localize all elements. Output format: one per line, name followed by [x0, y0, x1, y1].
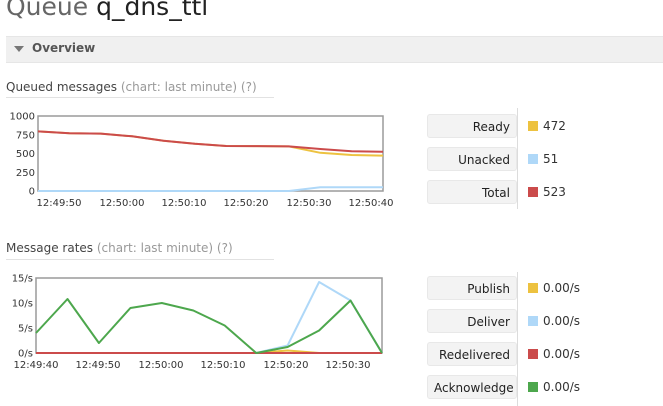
rates-legend-value-acknowledge: 0.00/s — [543, 380, 581, 394]
message-rates-chart: 15/s 10/s 5/s 0/s 12:49:40 12:49:50 12:50:00 12… — [0, 270, 420, 374]
queued-x-tick-label: 12:50:20 — [224, 198, 269, 209]
queued-legend-swatch-ready — [528, 121, 538, 131]
rates-legend-label-deliver[interactable]: Deliver — [427, 309, 517, 333]
rates-help-link[interactable]: (?) — [217, 241, 233, 255]
queued-x-tick-label: 12:50:10 — [162, 198, 207, 209]
queued-y-tick-label: 500 — [16, 149, 35, 160]
queued-y-tick-label: 250 — [16, 168, 35, 179]
queued-x-tick-label: 12:50:40 — [349, 198, 394, 209]
rates-legend-label-publish[interactable]: Publish — [427, 276, 517, 300]
queued-legend-label-ready[interactable]: Ready — [427, 114, 517, 138]
queued-legend-value-total: 523 — [543, 185, 566, 199]
rates-legend-divider — [517, 272, 518, 406]
rates-x-tick-label: 12:50:30 — [326, 360, 371, 371]
queued-legend-divider — [517, 108, 518, 209]
queued-messages-chart: 1000 750 500 250 0 12:49:50 12:50:00 12:50:10 12… — [0, 108, 420, 212]
rates-x-tick-label: 12:50:00 — [139, 360, 184, 371]
rates-legend-value-deliver: 0.00/s — [543, 314, 581, 328]
page-title-prefix: Queue — [6, 0, 89, 21]
rates-x-tick-label: 12:49:40 — [14, 360, 59, 371]
queued-legend-value-unacked: 51 — [543, 152, 559, 166]
queued-help-link[interactable]: (?) — [241, 80, 257, 94]
queued-y-tick-label: 0 — [29, 187, 35, 198]
rates-heading-rule — [6, 259, 274, 260]
rates-x-tick-label: 12:49:50 — [76, 360, 121, 371]
rates-legend-swatch-deliver — [528, 316, 538, 326]
rates-chart-range-link[interactable]: (chart: last minute) — [97, 241, 213, 255]
rates-legend-swatch-redelivered — [528, 349, 538, 359]
rates-legend-swatch-acknowledge — [528, 382, 538, 392]
triangle-down-icon — [14, 46, 24, 52]
rates-y-tick-label: 5/s — [18, 324, 33, 335]
queued-messages-heading: Queued messages (chart: last minute) (?) — [6, 80, 257, 94]
queued-legend-swatch-total — [528, 187, 538, 197]
queued-legend-swatch-unacked — [528, 154, 538, 164]
queued-x-tick-label: 12:50:00 — [100, 198, 145, 209]
page-title: Queue q_dns_ttl — [6, 0, 208, 21]
rates-y-tick-label: 15/s — [12, 274, 33, 285]
queued-legend-label-total[interactable]: Total — [427, 180, 517, 204]
queued-legend-value-ready: 472 — [543, 119, 566, 133]
rates-legend-value-redelivered: 0.00/s — [543, 347, 581, 361]
rates-x-tick-label: 12:50:20 — [264, 360, 309, 371]
rates-y-tick-label: 10/s — [12, 299, 33, 310]
rates-chart-svg: 15/s 10/s 5/s 0/s12:49:40 12:49:50 12:50:00 12… — [12, 274, 383, 371]
queued-heading-rule — [6, 97, 274, 98]
rates-legend-label-acknowledge[interactable]: Acknowledge — [427, 375, 517, 399]
queued-x-tick-label: 12:50:30 — [287, 198, 332, 209]
rates-legend-value-publish: 0.00/s — [543, 281, 581, 295]
queued-x-tick-label: 12:49:50 — [37, 198, 82, 209]
queued-chart-range-link[interactable]: (chart: last minute) — [121, 80, 237, 94]
rates-y-tick-label: 0/s — [18, 349, 33, 360]
queue-name: q_dns_ttl — [96, 0, 209, 21]
overview-section-title: Overview — [32, 41, 96, 55]
rates-legend-label-redelivered[interactable]: Redelivered — [427, 342, 517, 366]
queued-chart-svg: 1000 750 500 250 012:49:50 12:50:00 12:50:10 12… — [10, 112, 394, 210]
rates-legend-swatch-publish — [528, 283, 538, 293]
message-rates-heading: Message rates (chart: last minute) (?) — [6, 241, 233, 255]
queued-messages-title: Queued messages — [6, 80, 118, 94]
queued-y-tick-label: 750 — [16, 130, 35, 141]
queued-legend-label-unacked[interactable]: Unacked — [427, 147, 517, 171]
rates-x-tick-label: 12:50:10 — [201, 360, 246, 371]
message-rates-title: Message rates — [6, 241, 94, 255]
overview-section-toggle[interactable]: Overview — [6, 36, 663, 63]
queued-y-tick-label: 1000 — [10, 112, 35, 123]
